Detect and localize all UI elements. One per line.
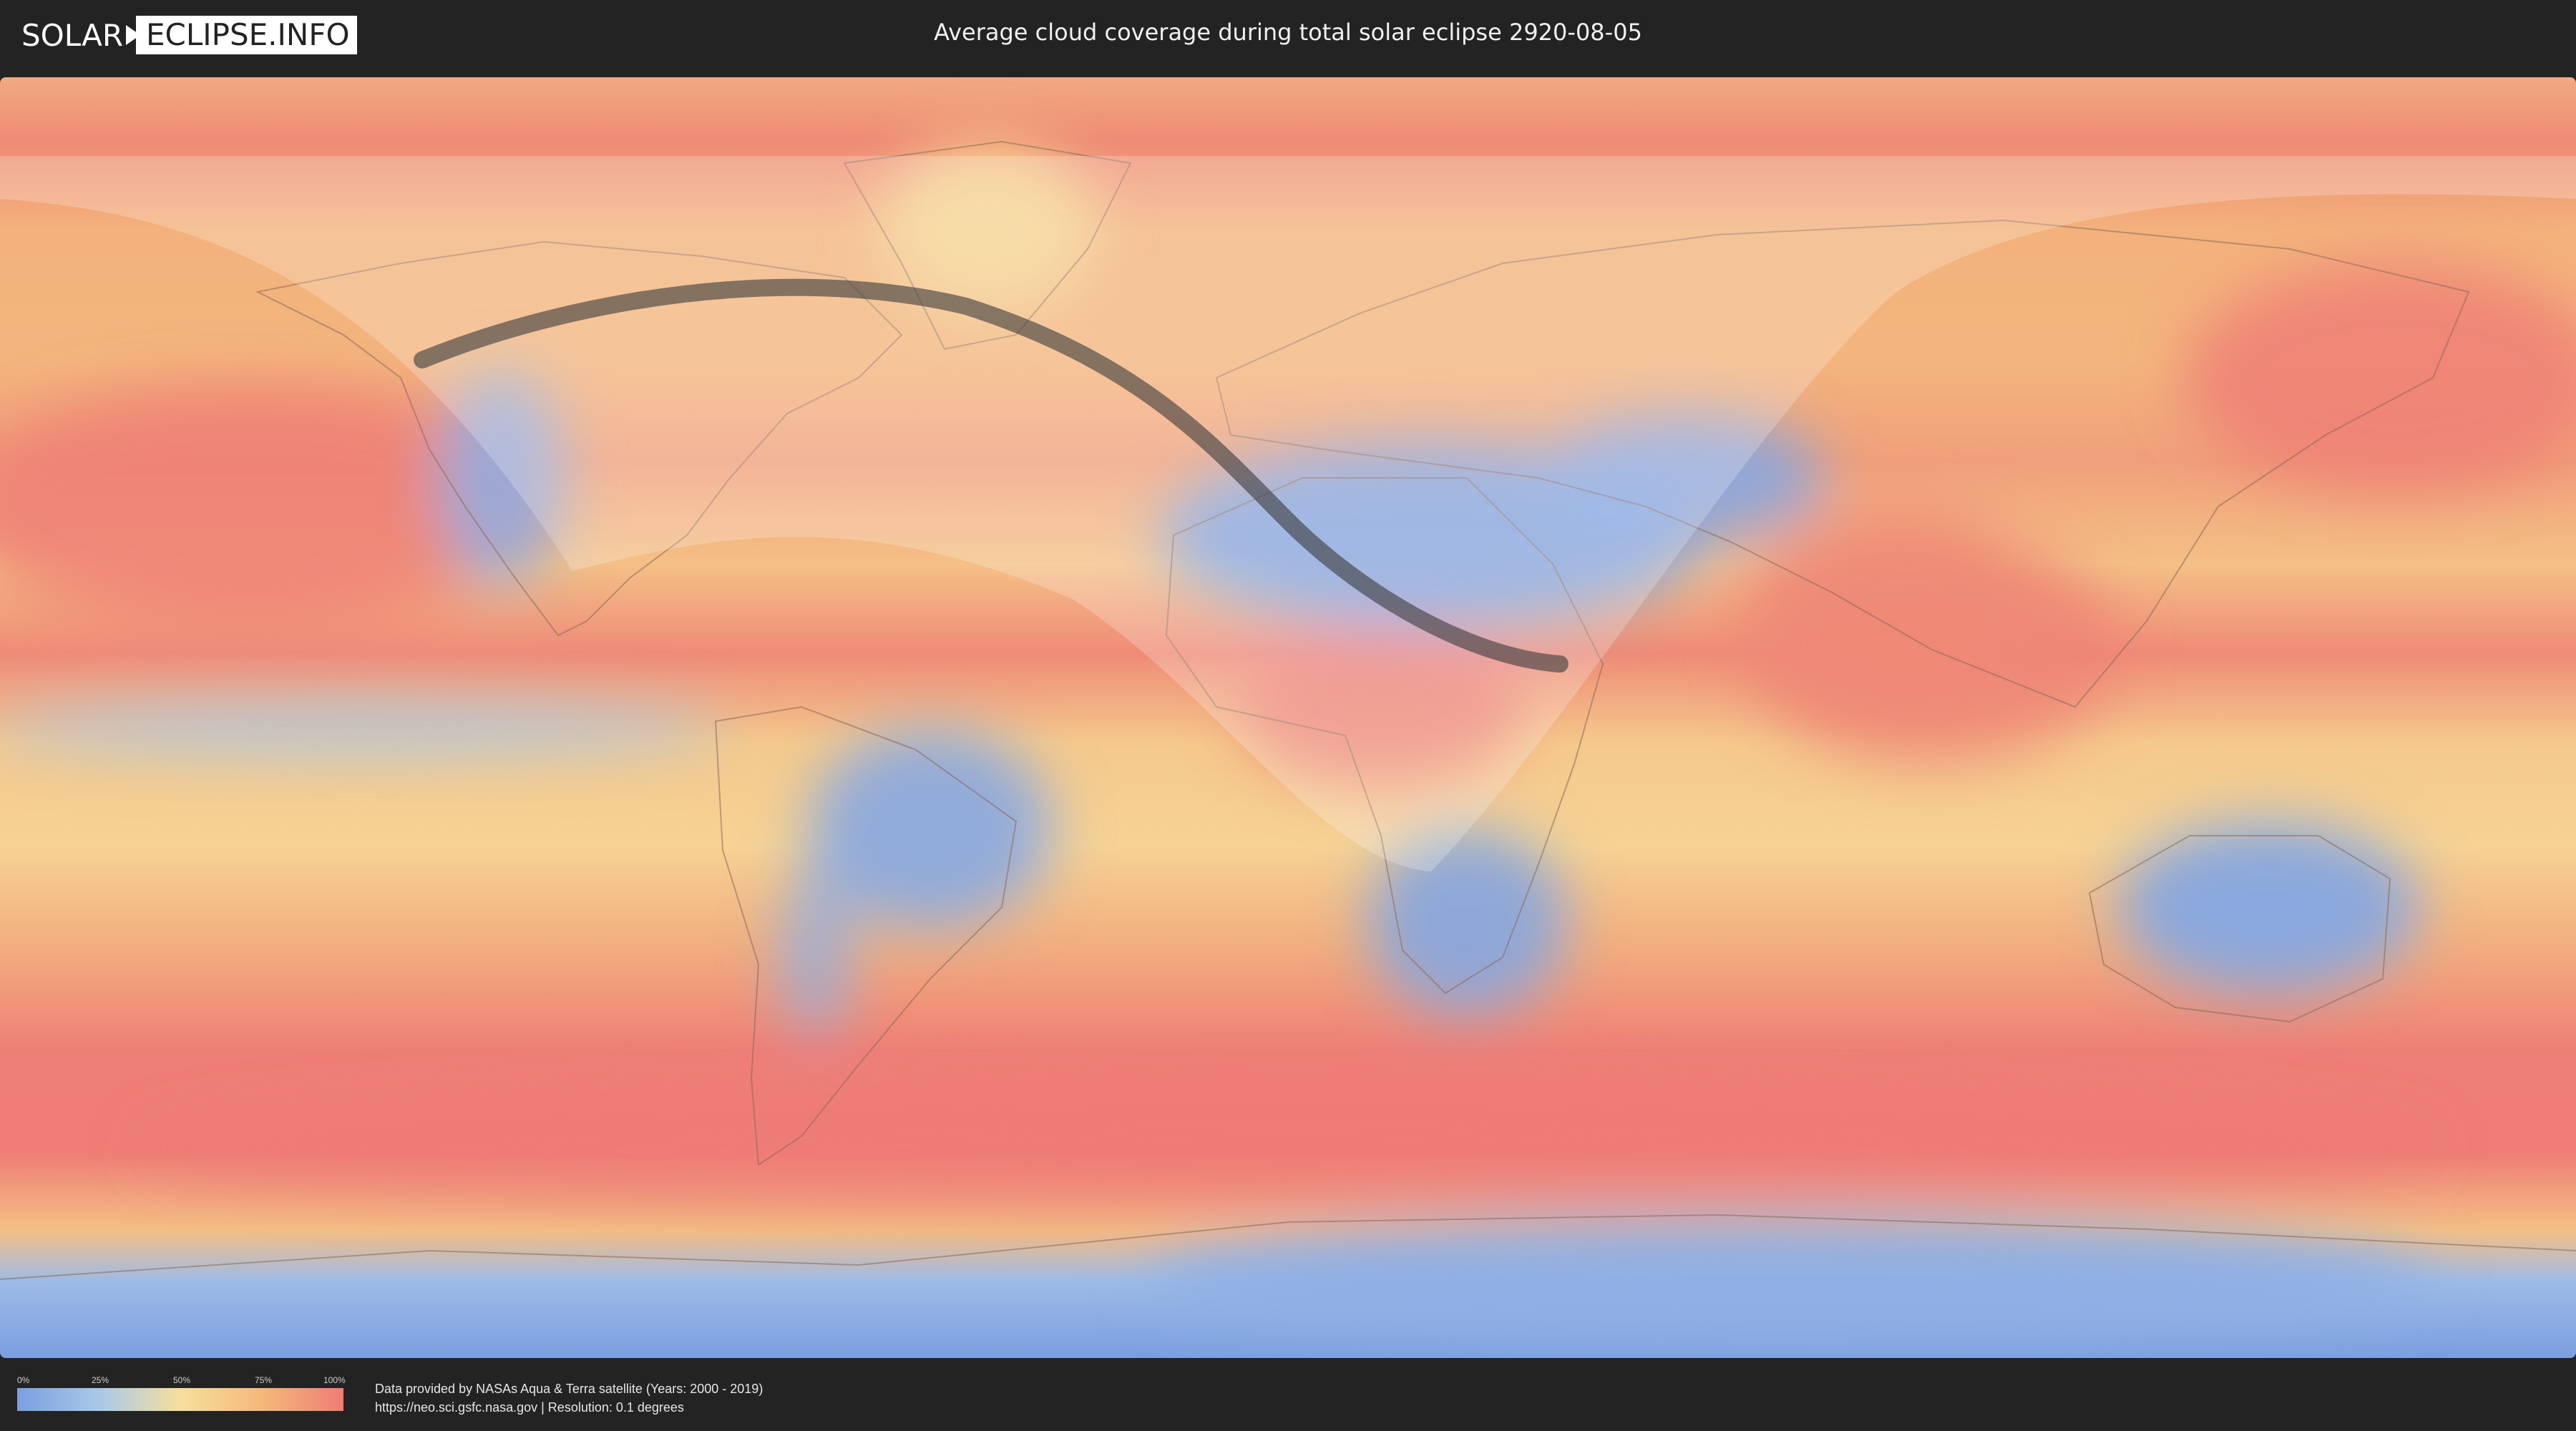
cloud-legend: 0% 25% 50% 75% 100% bbox=[17, 1375, 346, 1411]
legend-tick-50: 50% bbox=[173, 1375, 191, 1385]
legend-tick-25: 25% bbox=[92, 1375, 109, 1385]
legend-color-bar bbox=[17, 1388, 343, 1411]
header-bar: SOLAR ECLIPSE.INFO Average cloud coverag… bbox=[0, 0, 2576, 73]
data-credits: Data provided by NASAs Aqua & Terra sate… bbox=[375, 1379, 763, 1417]
map-svg bbox=[0, 77, 2576, 1358]
legend-ticks: 0% 25% 50% 75% 100% bbox=[17, 1375, 346, 1388]
legend-tick-100: 100% bbox=[323, 1375, 346, 1385]
legend-tick-0: 0% bbox=[17, 1375, 30, 1385]
cloud-coverage-map[interactable] bbox=[0, 77, 2576, 1358]
credit-line-2[interactable]: https://neo.sci.gsfc.nasa.gov | Resoluti… bbox=[375, 1398, 763, 1417]
page-title: Average cloud coverage during total sola… bbox=[934, 19, 1642, 46]
credit-line-1: Data provided by NASAs Aqua & Terra sate… bbox=[375, 1382, 763, 1396]
legend-tick-75: 75% bbox=[255, 1375, 273, 1385]
logo-arrow-icon bbox=[126, 25, 140, 45]
